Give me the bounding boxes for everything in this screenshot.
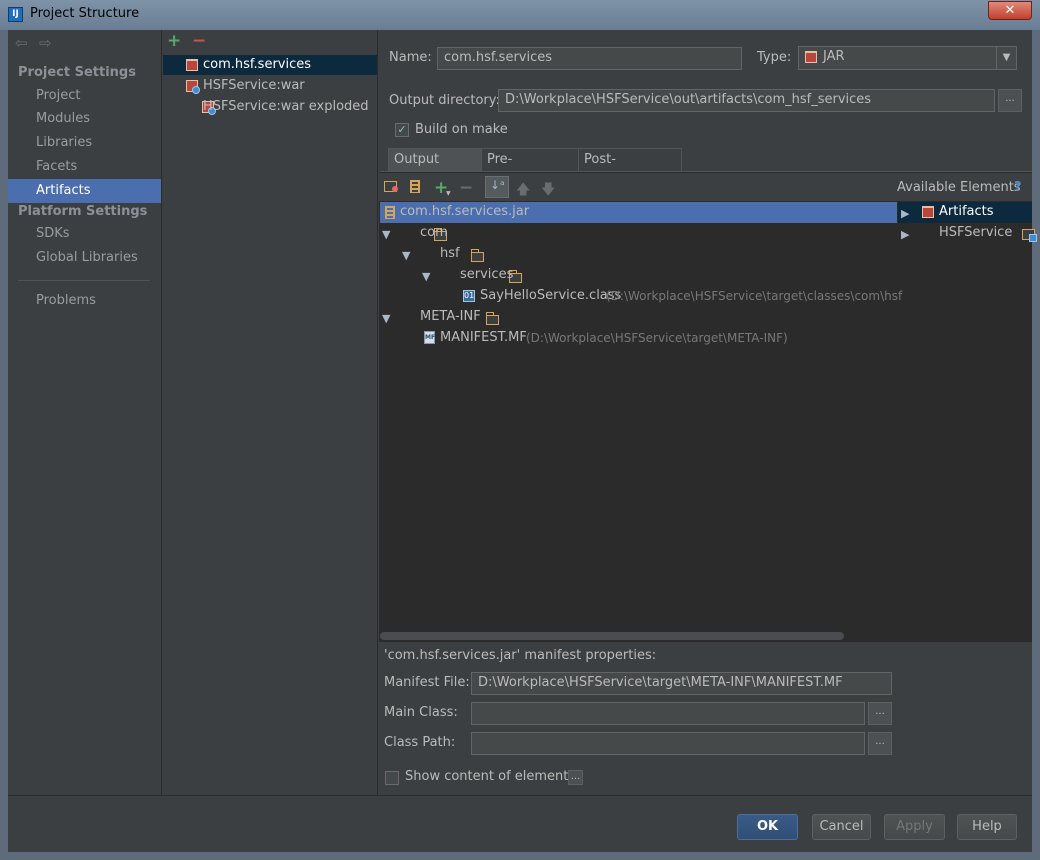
new-archive-icon[interactable] — [410, 180, 420, 193]
project-settings-header: Project Settings — [18, 65, 136, 80]
sidebar-item-global-libraries[interactable]: Global Libraries — [36, 250, 138, 265]
tree-root-label: com.hsf.services.jar — [400, 204, 530, 219]
type-dropdown-chevron-icon[interactable]: ▼ — [996, 47, 1016, 69]
move-up-icon[interactable]: 🡅 — [516, 179, 530, 203]
expand-hsfservice-triangle-icon[interactable]: ▶ — [901, 228, 909, 241]
artifact-item-war-exploded[interactable]: HSFService:war exploded — [203, 99, 369, 114]
name-input[interactable]: com.hsf.services — [437, 47, 742, 70]
available-elements-tree — [897, 201, 1032, 629]
manifest-path: (D:\Workplace\HSFService\target\META-INF… — [526, 331, 788, 345]
manifest-file-input[interactable]: D:\Workplace\HSFService\target\META-INF\… — [471, 672, 892, 695]
class-path-input[interactable] — [471, 732, 865, 755]
horizontal-scrollbar[interactable] — [380, 632, 844, 640]
new-folder-badge-icon — [392, 186, 398, 192]
move-down-icon[interactable]: 🡇 — [541, 179, 555, 203]
tree-node-services[interactable]: services — [460, 267, 513, 282]
expand-meta-inf-triangle-icon[interactable]: ▼ — [382, 312, 390, 325]
folder-icon — [471, 249, 485, 262]
class-file-path: (D:\Workplace\HSFService\target\classes\… — [606, 289, 903, 303]
output-directory-label: Output directory: — [389, 93, 500, 108]
sidebar-item-facets[interactable]: Facets — [36, 159, 77, 174]
show-content-label: Show content of elements — [405, 769, 576, 784]
help-button[interactable]: Help — [957, 814, 1017, 840]
class-path-label: Class Path: — [384, 735, 456, 750]
tab-output-layout[interactable]: Output Layout — [388, 148, 482, 189]
artifact-list-panel — [162, 30, 378, 795]
jar-artifact-icon — [186, 59, 198, 71]
platform-settings-header: Platform Settings — [18, 204, 148, 219]
sidebar-item-sdks[interactable]: SDKs — [36, 226, 70, 241]
tree-node-meta-inf[interactable]: META-INF — [420, 309, 481, 324]
back-arrow-icon[interactable]: ⇦ — [15, 34, 28, 52]
class-file-icon: 01 — [463, 290, 475, 302]
sidebar-item-project[interactable]: Project — [36, 88, 80, 103]
forward-arrow-icon[interactable]: ⇨ — [39, 34, 52, 52]
type-select[interactable]: JAR — [798, 46, 1017, 70]
build-on-make-label: Build on make — [415, 122, 508, 137]
window-close-button[interactable]: ✕ — [988, 1, 1032, 20]
show-content-options-button[interactable]: ... — [568, 770, 583, 785]
sidebar-item-modules[interactable]: Modules — [36, 111, 90, 126]
expand-com-triangle-icon[interactable]: ▼ — [382, 228, 390, 241]
show-content-checkbox[interactable] — [385, 771, 399, 785]
apply-button[interactable]: Apply — [884, 814, 945, 840]
artifacts-icon — [922, 206, 934, 218]
ok-button[interactable]: OK — [737, 814, 798, 840]
type-label: Type: — [757, 50, 792, 65]
add-artifact-icon[interactable]: + — [167, 31, 181, 51]
main-class-input[interactable] — [471, 702, 865, 725]
expand-services-triangle-icon[interactable]: ▼ — [422, 270, 430, 283]
jar-archive-icon — [385, 206, 395, 219]
main-class-browse-button[interactable]: ... — [868, 702, 892, 725]
window-title: Project Structure — [30, 6, 140, 21]
class-path-browse-button[interactable]: ... — [868, 732, 892, 755]
tree-node-class-file[interactable]: SayHelloService.class — [480, 288, 621, 303]
cancel-button[interactable]: Cancel — [812, 814, 871, 840]
manifest-file-label: Manifest File: — [384, 675, 470, 690]
manifest-file-icon: MF — [424, 331, 435, 344]
expand-artifacts-triangle-icon[interactable]: ▶ — [901, 207, 909, 220]
remove-artifact-icon[interactable]: − — [192, 31, 206, 51]
artifact-item-label: com.hsf.services — [203, 57, 312, 72]
expand-hsf-triangle-icon[interactable]: ▼ — [402, 249, 410, 262]
tab-post-processing[interactable]: Post-processing — [578, 148, 682, 189]
add-dropdown-chevron-icon: ▼ — [446, 190, 451, 197]
folder-icon — [485, 312, 499, 325]
sidebar-item-libraries[interactable]: Libraries — [36, 135, 92, 150]
footer-divider — [8, 795, 1032, 796]
name-label: Name: — [389, 50, 432, 65]
manifest-properties-title: 'com.hsf.services.jar' manifest properti… — [384, 648, 657, 663]
available-artifacts-label: Artifacts — [939, 204, 994, 219]
sidebar-divider — [18, 280, 150, 281]
module-icon — [1021, 229, 1037, 242]
tree-node-com[interactable]: com — [420, 225, 448, 240]
tree-node-manifest[interactable]: MANIFEST.MF — [440, 330, 527, 345]
remove-element-icon[interactable]: − — [459, 178, 473, 198]
layout-tree — [379, 201, 897, 629]
output-directory-input[interactable]: D:\Workplace\HSFService\out\artifacts\co… — [498, 89, 995, 112]
intellij-app-icon: IJ — [8, 7, 23, 22]
help-icon[interactable]: ? — [1014, 180, 1022, 195]
available-elements-label: Available Elements — [897, 180, 1021, 195]
tab-pre-processing[interactable]: Pre-processing — [481, 148, 579, 189]
sidebar-item-artifacts-label: Artifacts — [36, 183, 91, 198]
output-directory-browse-button[interactable]: ... — [998, 89, 1022, 112]
sidebar-item-problems[interactable]: Problems — [36, 293, 96, 308]
war-artifact-icon — [186, 80, 200, 94]
jar-type-icon — [805, 51, 817, 63]
title-bar — [0, 0, 1040, 30]
sort-arrow-glyph: ↓ᵃ — [490, 178, 505, 192]
artifact-item-war[interactable]: HSFService:war — [203, 78, 305, 93]
build-on-make-checkbox[interactable]: ✓ — [395, 123, 409, 137]
available-hsfservice[interactable]: HSFService — [939, 225, 1012, 240]
main-class-label: Main Class: — [384, 705, 458, 720]
tree-node-hsf[interactable]: hsf — [440, 246, 460, 261]
